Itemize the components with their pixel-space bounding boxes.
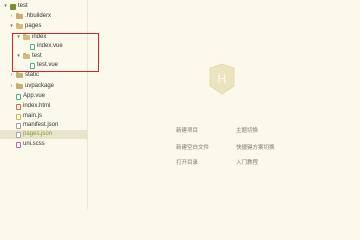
tree-item-label: uni.scss bbox=[23, 141, 45, 147]
chevron-right-icon[interactable]: › bbox=[9, 71, 14, 80]
folder-icon bbox=[16, 83, 23, 89]
tree-item-label: main.js bbox=[23, 113, 43, 119]
tree-item-uni-scss[interactable]: uni.scss bbox=[16, 140, 45, 149]
new-project-link[interactable]: 新建项目 bbox=[176, 126, 198, 134]
tree-item-main-js[interactable]: main.js bbox=[16, 112, 42, 121]
json-file-icon bbox=[16, 131, 21, 138]
logo-letter: H bbox=[218, 72, 227, 86]
folder-open-icon bbox=[16, 23, 23, 29]
tree-item-static[interactable]: › static bbox=[9, 71, 39, 80]
tree-item-label: index.html bbox=[23, 103, 51, 109]
chevron-down-icon[interactable]: ▾ bbox=[3, 2, 8, 11]
new-blank-file-link[interactable]: 新建空白文件 bbox=[176, 143, 209, 151]
html-file-icon bbox=[16, 103, 21, 110]
tree-item-label: test bbox=[18, 3, 28, 9]
chevron-right-icon[interactable]: › bbox=[9, 82, 14, 91]
shortcut-scheme-link[interactable]: 快捷键方案切换 bbox=[236, 143, 275, 151]
getting-started-link[interactable]: 入门教程 bbox=[236, 158, 258, 166]
tree-item-index-html[interactable]: index.html bbox=[16, 102, 50, 111]
tree-item-label: pages.json bbox=[23, 131, 53, 137]
tree-item-project[interactable]: ▾ test bbox=[3, 2, 28, 11]
tree-item-label: pages bbox=[25, 23, 42, 29]
folder-icon bbox=[16, 72, 23, 78]
tree-item-label: manifest.json bbox=[23, 122, 59, 128]
project-icon bbox=[10, 3, 16, 10]
theme-switch-link[interactable]: 主题切换 bbox=[236, 126, 258, 134]
json-file-icon bbox=[16, 122, 21, 129]
project-explorer: ▾ test › .hbuilderx ▾ pages ▾ index inde… bbox=[0, 0, 88, 209]
tree-item-uvpackage[interactable]: › uvpackage bbox=[9, 82, 54, 91]
folder-icon bbox=[16, 13, 23, 19]
open-folder-link[interactable]: 打开目录 bbox=[176, 158, 198, 166]
tree-item-label: App.vue bbox=[23, 93, 46, 99]
tree-item-pages[interactable]: ▾ pages bbox=[9, 22, 41, 31]
vue-file-icon bbox=[16, 93, 21, 100]
hbuilderx-logo-icon: H bbox=[209, 63, 235, 95]
tree-item-pages-json[interactable]: pages.json bbox=[0, 130, 87, 139]
tree-item-label: static bbox=[25, 72, 40, 78]
tree-item-manifest-json[interactable]: manifest.json bbox=[16, 121, 58, 130]
scss-file-icon bbox=[16, 141, 21, 148]
js-file-icon bbox=[16, 113, 21, 120]
highlight-annotation bbox=[12, 33, 99, 72]
chevron-down-icon[interactable]: ▾ bbox=[9, 22, 14, 31]
tree-item-hbuilderx[interactable]: › .hbuilderx bbox=[9, 12, 51, 21]
tree-item-app-vue[interactable]: App.vue bbox=[16, 92, 45, 101]
tree-item-label: uvpackage bbox=[25, 83, 55, 89]
tree-item-label: .hbuilderx bbox=[25, 13, 52, 19]
chevron-right-icon[interactable]: › bbox=[9, 12, 14, 21]
